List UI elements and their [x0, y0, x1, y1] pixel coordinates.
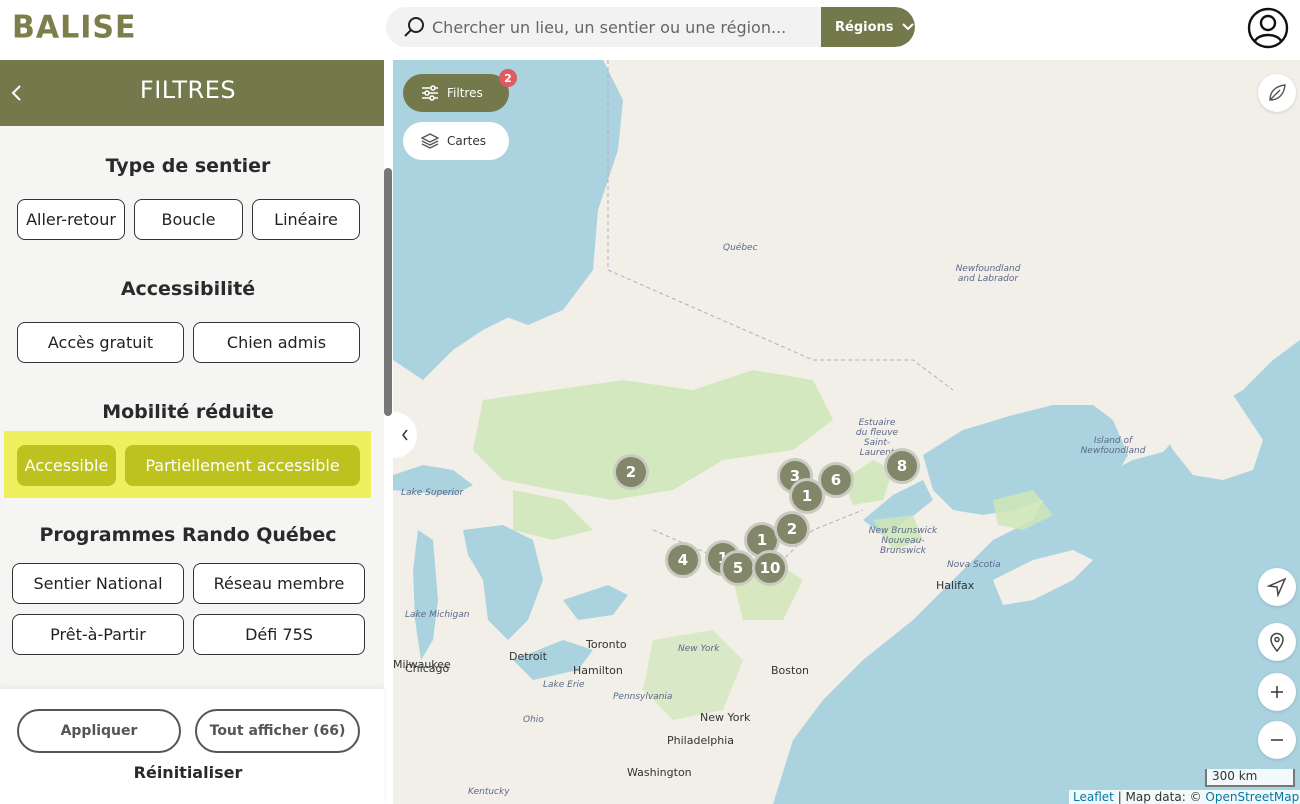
label-hamilton: Hamilton [573, 664, 623, 677]
label-nfl-labrador: Newfoundland and Labrador [955, 264, 1021, 284]
search-icon [404, 17, 424, 37]
regions-dropdown[interactable]: Régions [821, 7, 915, 47]
zoom-in-button[interactable] [1258, 673, 1296, 711]
label-pennsylvania: Pennsylvania [613, 692, 673, 702]
map-layers-label: Cartes [447, 134, 487, 148]
search-input[interactable] [432, 7, 812, 47]
attribution-text: | Map data: © [1117, 790, 1202, 804]
label-toronto: Toronto [586, 638, 627, 651]
plus-icon [1271, 686, 1283, 698]
top-bar: BALISE Régions [0, 0, 1300, 60]
section-title-programs: Programmes Rando Québec [39, 524, 337, 546]
trail-cluster[interactable]: 4 [665, 542, 701, 578]
label-quebec: Québec [723, 243, 758, 253]
map-filters-button[interactable]: Filtres [403, 74, 509, 112]
show-all-button[interactable]: Tout afficher (66) [195, 709, 360, 753]
filters-header: FILTRES [0, 60, 384, 126]
zoom-out-button[interactable] [1258, 721, 1296, 759]
trail-cluster[interactable]: 2 [774, 511, 810, 547]
trail-cluster[interactable]: 2 [613, 454, 649, 490]
label-new-york-state: New York [678, 644, 720, 654]
label-new-brunswick: New Brunswick Nouveau- Brunswick [868, 526, 938, 556]
trail-cluster[interactable]: 8 [884, 448, 920, 484]
trail-cluster[interactable]: 1 [789, 478, 825, 514]
osm-link[interactable]: OpenStreetMap [1205, 790, 1299, 804]
locate-button[interactable] [1258, 568, 1296, 606]
navigation-arrow-icon [1267, 577, 1287, 597]
minus-icon [1271, 739, 1283, 741]
label-philadelphia: Philadelphia [667, 734, 735, 747]
user-account-icon[interactable] [1247, 7, 1289, 49]
chip-aller-retour[interactable]: Aller-retour [17, 199, 125, 240]
map-scale: 300 km [1205, 769, 1295, 787]
sliders-icon [422, 85, 438, 101]
chip-sentier-national[interactable]: Sentier National [12, 563, 184, 604]
label-boston: Boston [771, 664, 810, 677]
label-washington: Washington [627, 766, 692, 779]
label-detroit: Detroit [509, 650, 547, 663]
section-title-mobility: Mobilité réduite [102, 401, 274, 423]
apply-button[interactable]: Appliquer [17, 709, 181, 753]
trail-cluster[interactable]: 5 [720, 550, 756, 586]
chip-boucle[interactable]: Boucle [134, 199, 243, 240]
chip-defi-75s[interactable]: Défi 75S [193, 614, 365, 655]
leaf-button[interactable] [1258, 74, 1296, 112]
reset-link[interactable]: Réinitialiser [0, 763, 376, 782]
chevron-down-icon [901, 23, 914, 31]
label-ohio: Ohio [523, 715, 544, 725]
label-new-york: New York [700, 711, 751, 724]
map-pin-button[interactable] [1258, 623, 1296, 661]
leaflet-link[interactable]: Leaflet [1073, 790, 1114, 804]
chevron-left-icon [402, 429, 408, 441]
map-filters-label: Filtres [447, 86, 483, 100]
label-halifax: Halifax [936, 579, 975, 592]
map-layers-button[interactable]: Cartes [403, 122, 509, 160]
label-nova-scotia: Nova Scotia [947, 560, 1001, 570]
section-title-access: Accessibilité [120, 278, 256, 300]
label-chicago: Chicago [405, 662, 450, 675]
chip-pret-a-partir[interactable]: Prêt-à-Partir [12, 614, 184, 655]
regions-label: Régions [835, 19, 894, 35]
filters-title: FILTRES [139, 76, 237, 104]
map[interactable]: Québec Newfoundland and Labrador Island … [393, 60, 1300, 804]
label-kentucky: Kentucky [468, 787, 510, 797]
section-title-type: Type de sentier [105, 155, 271, 177]
chip-acces-gratuit[interactable]: Accès gratuit [17, 322, 184, 363]
trail-cluster[interactable]: 10 [752, 550, 788, 586]
chip-reseau-membre[interactable]: Réseau membre [193, 563, 365, 604]
label-lake-superior: Lake Superior [401, 488, 464, 498]
chip-partiellement-accessible[interactable]: Partiellement accessible [125, 445, 360, 486]
leaf-icon [1269, 84, 1286, 101]
search-bar[interactable]: Régions [386, 7, 915, 47]
label-island-newfoundland: Island of Newfoundland [1080, 436, 1146, 456]
label-lake-erie: Lake Erie [543, 680, 585, 690]
map-pin-icon [1270, 632, 1284, 652]
balise-logo[interactable]: BALISE [12, 9, 136, 46]
map-attribution: Leaflet | Map data: © OpenStreetMap [1069, 790, 1300, 804]
chip-accessible[interactable]: Accessible [17, 445, 116, 486]
layers-icon [421, 133, 439, 149]
chip-lineaire[interactable]: Linéaire [252, 199, 360, 240]
label-lake-michigan: Lake Michigan [405, 610, 470, 620]
chip-chien-admis[interactable]: Chien admis [193, 322, 360, 363]
filters-count-badge: 2 [499, 69, 517, 87]
panel-scrollbar[interactable] [384, 168, 392, 416]
